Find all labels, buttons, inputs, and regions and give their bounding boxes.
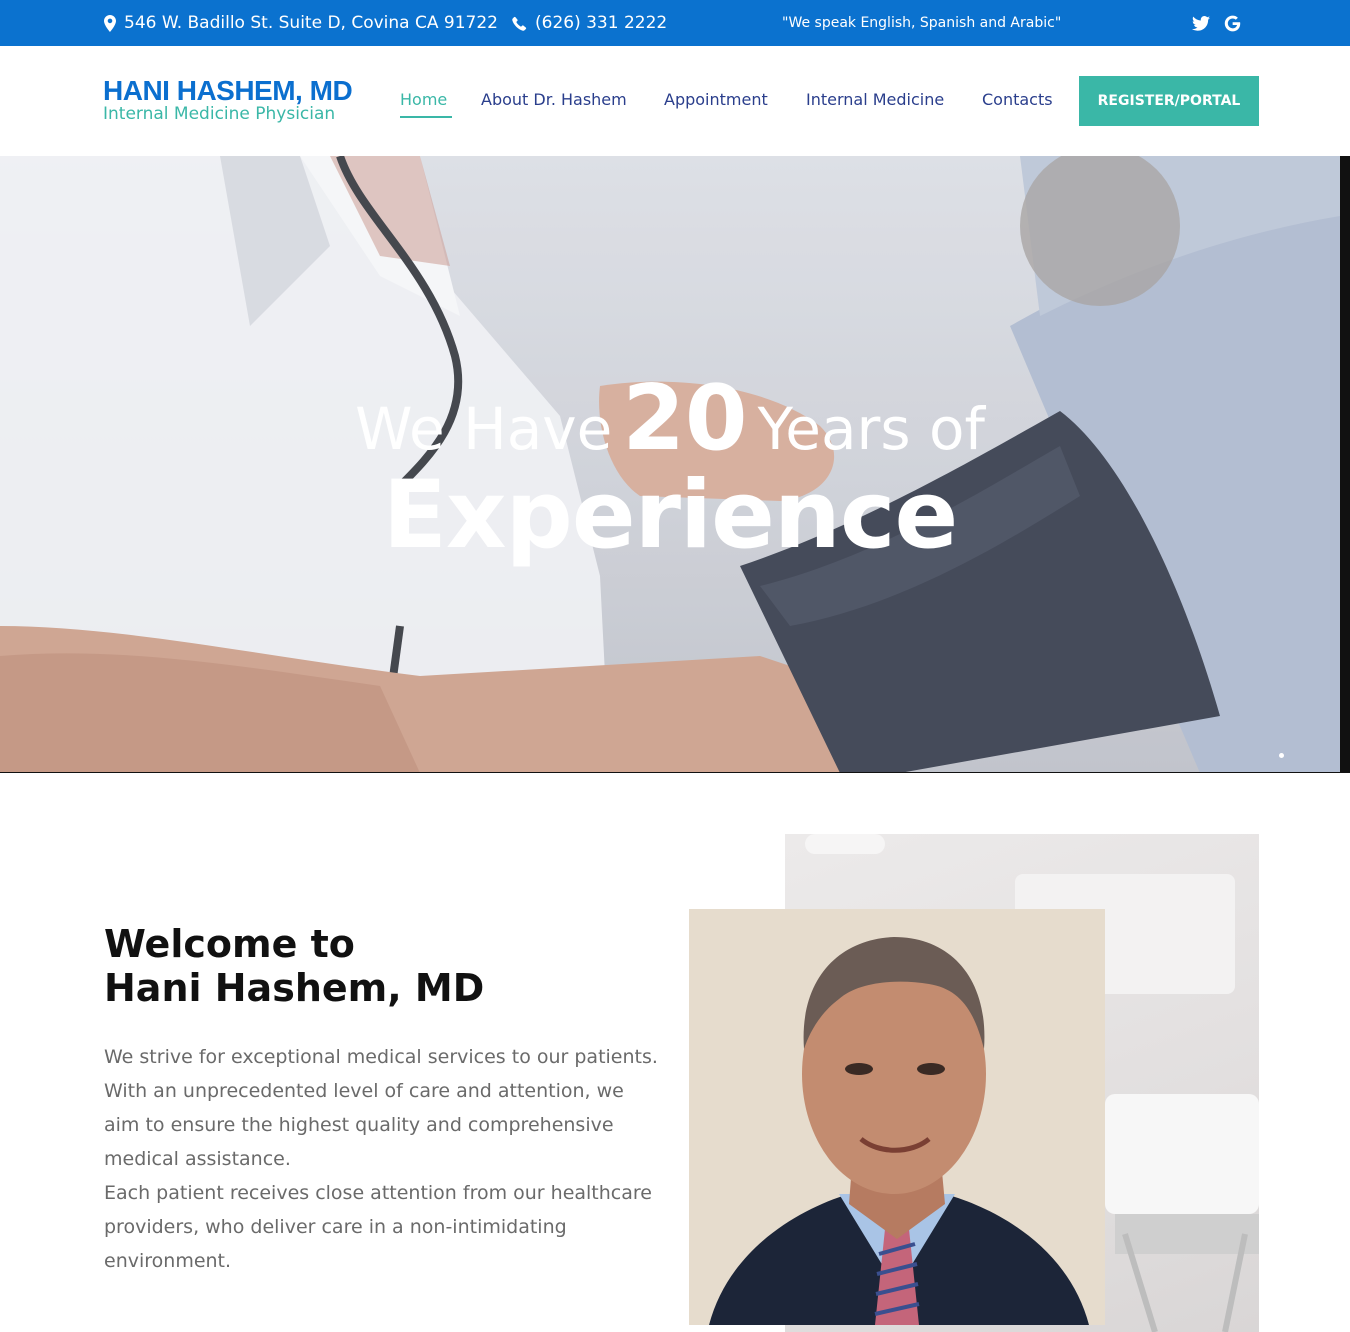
logo-name: HANI HASHEM, MD — [103, 75, 353, 106]
nav-about[interactable]: About Dr. Hashem — [481, 90, 627, 109]
nav-internal-medicine[interactable]: Internal Medicine — [806, 90, 944, 109]
hero-slider: We Have 20 Years of Experience — [0, 156, 1340, 773]
logo-subtitle: Internal Medicine Physician — [103, 104, 336, 124]
hero-prefix: We Have — [355, 395, 613, 463]
register-portal-button[interactable]: REGISTER/PORTAL — [1079, 76, 1259, 126]
address: 546 W. Badillo St. Suite D, Covina CA 91… — [104, 0, 498, 46]
hero-suffix: Years of — [757, 395, 985, 463]
welcome-title-line2: Hani Hashem, MD — [104, 966, 485, 1010]
welcome-title: Welcome to Hani Hashem, MD — [104, 922, 484, 1010]
hero-years-number: 20 — [622, 366, 748, 471]
nav-contacts[interactable]: Contacts — [982, 90, 1053, 109]
languages-note: "We speak English, Spanish and Arabic" — [782, 15, 1062, 31]
hero-experience: Experience — [382, 461, 959, 570]
welcome-text: We strive for exceptional medical servic… — [104, 1040, 664, 1278]
welcome-paragraph: Each patient receives close attention fr… — [104, 1182, 652, 1272]
welcome-title-line1: Welcome to — [104, 922, 355, 966]
welcome-paragraph: With an unprecedented level of care and … — [104, 1080, 624, 1170]
nav-appointment[interactable]: Appointment — [664, 90, 768, 109]
hero-divider — [0, 772, 1350, 773]
hero-headline: We Have 20 Years of — [0, 366, 1340, 471]
site-header: HANI HASHEM, MD Internal Medicine Physic… — [0, 46, 1350, 156]
twitter-icon[interactable] — [1192, 15, 1210, 31]
social-links — [1192, 0, 1241, 46]
address-text: 546 W. Badillo St. Suite D, Covina CA 91… — [124, 13, 498, 33]
hero-edge — [1340, 156, 1350, 773]
phone-icon — [512, 16, 527, 31]
site-logo[interactable]: HANI HASHEM, MD Internal Medicine Physic… — [103, 75, 353, 125]
welcome-paragraph: We strive for exceptional medical servic… — [104, 1046, 658, 1068]
doctor-portrait — [689, 909, 1105, 1325]
map-marker-icon — [104, 14, 116, 32]
slider-dot[interactable] — [1279, 753, 1284, 758]
google-icon[interactable] — [1224, 15, 1241, 32]
nav-home[interactable]: Home — [400, 90, 447, 109]
phone-number: (626) 331 2222 — [535, 13, 668, 33]
top-info-bar: 546 W. Badillo St. Suite D, Covina CA 91… — [0, 0, 1350, 46]
active-nav-indicator — [400, 116, 452, 118]
phone-link[interactable]: (626) 331 2222 — [512, 0, 667, 46]
